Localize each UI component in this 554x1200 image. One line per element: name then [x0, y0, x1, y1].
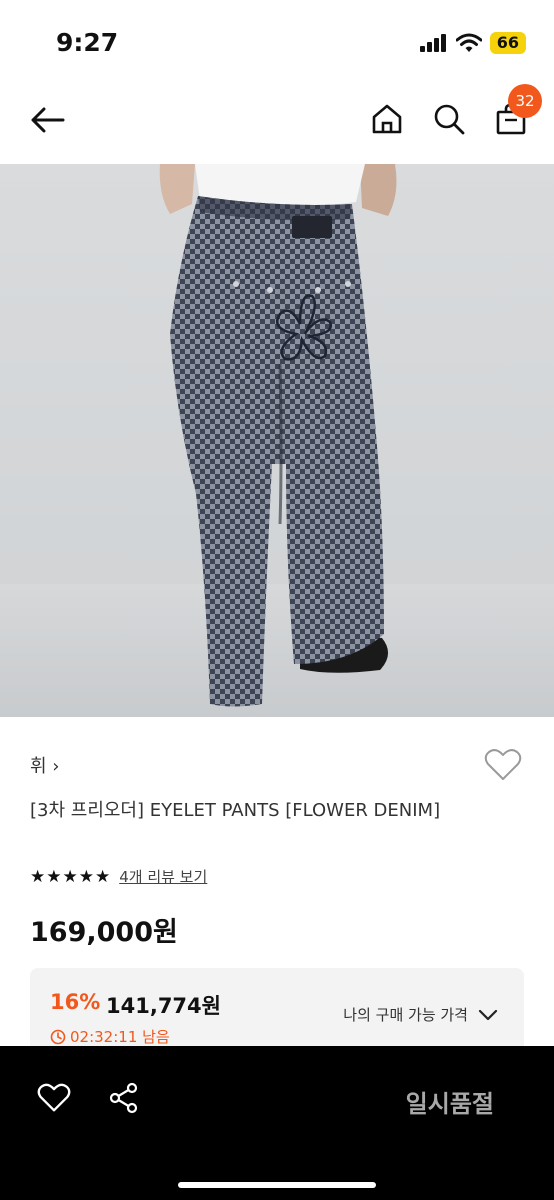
review-link[interactable]: 4개 리뷰 보기 [119, 866, 207, 887]
sold-out-button[interactable]: 일시품절 [406, 1084, 494, 1119]
product-photo [0, 164, 554, 717]
back-button[interactable] [24, 100, 70, 140]
product-price: 169,000원 [30, 917, 178, 948]
chevron-right-icon: › [52, 756, 60, 777]
heart-outline-icon [484, 749, 522, 780]
share-button[interactable] [104, 1080, 144, 1116]
chevron-down-icon [478, 1009, 498, 1020]
discount-timer: 02:32:11 남음 [50, 1026, 170, 1047]
brand-name: 휘 [30, 756, 47, 777]
discount-rate: 16% [50, 990, 101, 1014]
product-title: [3차 프리오더] EYELET PANTS [FLOWER DENIM] [30, 800, 441, 821]
home-button[interactable] [366, 98, 408, 140]
share-icon [109, 1082, 138, 1114]
product-image[interactable] [0, 164, 554, 717]
rating-row: ★★★★★ 4개 리뷰 보기 [30, 866, 207, 887]
status-bar: 9:27 66 [0, 0, 554, 80]
timer-text: 02:32:11 남음 [70, 1028, 170, 1046]
signal-icon [419, 34, 446, 52]
my-price-label: 나의 구매 가능 가격 [343, 1006, 468, 1024]
discount-price: 141,774원 [106, 994, 221, 1018]
home-icon [372, 104, 402, 134]
clock-icon [50, 1029, 66, 1044]
search-icon [434, 104, 465, 135]
search-button[interactable] [428, 98, 470, 140]
wishlist-button[interactable] [484, 748, 522, 786]
home-indicator [178, 1182, 376, 1188]
like-button[interactable] [34, 1080, 74, 1116]
battery-icon: 66 [489, 32, 526, 54]
top-nav [0, 80, 554, 164]
wifi-icon [455, 33, 482, 52]
rating-stars: ★★★★★ [30, 866, 112, 887]
my-price-toggle[interactable]: 나의 구매 가능 가격 [343, 1004, 498, 1025]
brand-link[interactable]: 휘 › [30, 752, 60, 778]
cart-count-badge: 32 [508, 84, 542, 118]
status-icons: 66 [419, 32, 526, 54]
status-time: 9:27 [56, 28, 119, 57]
discount-box[interactable]: 16% 141,774원 02:32:11 남음 나의 구매 가능 가격 [30, 968, 524, 1058]
bottom-action-bar: 일시품절 [0, 1046, 554, 1200]
heart-outline-icon [37, 1083, 71, 1112]
arrow-left-icon [31, 107, 65, 133]
